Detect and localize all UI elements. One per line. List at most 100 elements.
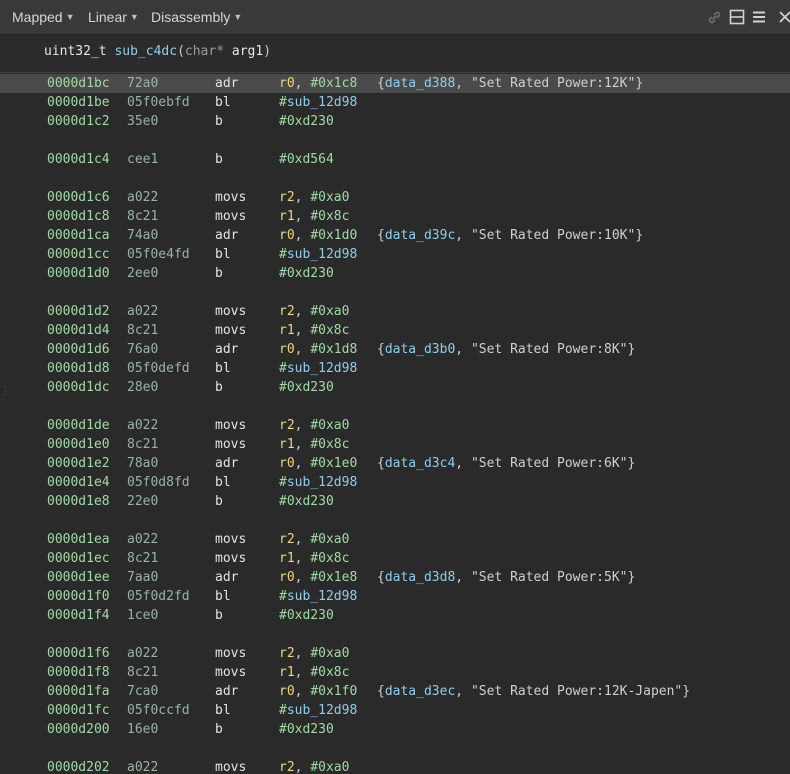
instruction-row[interactable]: 0000d1c8 8c21 movs r1, #0x8c: [0, 207, 790, 226]
instruction-address[interactable]: 0000d1d0: [47, 266, 110, 281]
instruction-row[interactable]: 0000d1e2 78a0 adr r0, #0x1e0 {data_d3c4, "Se…: [0, 454, 790, 473]
instruction-address[interactable]: 0000d1fc: [47, 703, 110, 718]
operand-register: r2: [279, 532, 295, 547]
return-type: uint32_t: [44, 44, 107, 59]
operand-symbol[interactable]: sub_12d98: [287, 247, 357, 262]
instruction-address[interactable]: 0000d1c8: [47, 209, 110, 224]
instruction-operands: r1, #0x8c: [279, 665, 349, 680]
instruction-row[interactable]: 0000d1f0 05f0d2fd bl #sub_12d98: [0, 587, 790, 606]
menu-icon[interactable]: [751, 9, 767, 29]
instruction-address[interactable]: 0000d1c4: [47, 152, 110, 167]
layout-mode-dropdown[interactable]: Linear ▼: [88, 9, 139, 25]
instruction-row[interactable]: 0000d1be 05f0ebfd bl #sub_12d98: [0, 93, 790, 112]
instruction-address[interactable]: 0000d1e2: [47, 456, 110, 471]
operand-register: r0: [279, 684, 295, 699]
operand-separator: ,: [294, 551, 311, 566]
split-view-icon[interactable]: [729, 9, 745, 29]
instruction-address[interactable]: 0000d1cc: [47, 247, 110, 262]
close-icon[interactable]: [778, 9, 790, 29]
operand-symbol[interactable]: sub_12d98: [287, 703, 357, 718]
instruction-row[interactable]: 0000d1f6 a022 movs r2, #0xa0: [0, 644, 790, 663]
instruction-row[interactable]: 0000d1ee 7aa0 adr r0, #0x1e8 {data_d3d8, "Se…: [0, 568, 790, 587]
instruction-address[interactable]: 0000d1f4: [47, 608, 110, 623]
chevron-down-icon: ▼: [65, 12, 75, 22]
instruction-address[interactable]: 0000d1f6: [47, 646, 110, 661]
instruction-row[interactable]: 0000d1de a022 movs r2, #0xa0: [0, 416, 790, 435]
operand-symbol[interactable]: sub_12d98: [287, 361, 357, 376]
operand-immediate: #: [279, 589, 287, 604]
view-mode-dropdown[interactable]: Mapped ▼: [12, 9, 75, 25]
operand-immediate: #0x8c: [310, 551, 350, 566]
instruction-row[interactable]: 0000d1fc 05f0ccfd bl #sub_12d98: [0, 701, 790, 720]
annotation-data-symbol[interactable]: data_d3d8: [385, 570, 455, 585]
instruction-address[interactable]: 0000d1be: [47, 95, 110, 110]
instruction-row[interactable]: 0000d1d8 05f0defd bl #sub_12d98: [0, 359, 790, 378]
annotation-data-symbol[interactable]: data_d3b0: [385, 342, 455, 357]
annotation-brace-close: }: [627, 342, 636, 357]
string-annotation: {data_d3c4, "Set Rated Power:6K"}: [377, 456, 635, 471]
annotation-data-symbol[interactable]: data_d388: [385, 76, 455, 91]
instruction-address[interactable]: 0000d1ca: [47, 228, 110, 243]
annotation-brace-open: {: [377, 228, 385, 243]
instruction-address[interactable]: 0000d1d8: [47, 361, 110, 376]
instruction-address[interactable]: 0000d1c2: [47, 114, 110, 129]
instruction-row[interactable]: 0000d1d6 76a0 adr r0, #0x1d8 {data_d3b0, "Se…: [0, 340, 790, 359]
annotation-string: "Set Rated Power:12K-Japen": [470, 684, 683, 699]
instruction-row[interactable]: 0000d1d4 8c21 movs r1, #0x8c: [0, 321, 790, 340]
instruction-address[interactable]: 0000d1e8: [47, 494, 110, 509]
instruction-row[interactable]: 0000d1d2 a022 movs r2, #0xa0: [0, 302, 790, 321]
instruction-row[interactable]: 0000d1bc 72a0 adr r0, #0x1c8 {data_d388, "Se…: [0, 74, 790, 93]
instruction-row[interactable]: 0000d1f8 8c21 movs r1, #0x8c: [0, 663, 790, 682]
instruction-address[interactable]: 0000d1fa: [47, 684, 110, 699]
instruction-address[interactable]: 0000d1d2: [47, 304, 110, 319]
string-annotation: {data_d3b0, "Set Rated Power:8K"}: [377, 342, 635, 357]
instruction-address[interactable]: 0000d1d6: [47, 342, 110, 357]
instruction-address[interactable]: 0000d1e0: [47, 437, 110, 452]
instruction-address[interactable]: 0000d1ec: [47, 551, 110, 566]
instruction-address[interactable]: 0000d1d4: [47, 323, 110, 338]
function-signature[interactable]: uint32_t sub_c4dc(char* arg1): [44, 44, 271, 59]
instruction-row[interactable]: 0000d1cc 05f0e4fd bl #sub_12d98: [0, 245, 790, 264]
instruction-address[interactable]: 0000d202: [47, 760, 110, 774]
operand-symbol[interactable]: sub_12d98: [287, 589, 357, 604]
instruction-row[interactable]: 0000d1dc 28e0 b #0xd230: [0, 378, 790, 397]
instruction-address[interactable]: 0000d1de: [47, 418, 110, 433]
instruction-row[interactable]: 0000d1ec 8c21 movs r1, #0x8c: [0, 549, 790, 568]
instruction-row[interactable]: 0000d1c2 35e0 b #0xd230: [0, 112, 790, 131]
instruction-bytes: a022: [127, 760, 159, 774]
instruction-row[interactable]: 0000d1ca 74a0 adr r0, #0x1d0 {data_d39c, "Se…: [0, 226, 790, 245]
operand-symbol[interactable]: sub_12d98: [287, 95, 357, 110]
instruction-address[interactable]: 0000d1ea: [47, 532, 110, 547]
instruction-row[interactable]: 0000d1ea a022 movs r2, #0xa0: [0, 530, 790, 549]
instruction-row[interactable]: 0000d1e8 22e0 b #0xd230: [0, 492, 790, 511]
instruction-address[interactable]: 0000d200: [47, 722, 110, 737]
instruction-row[interactable]: 0000d1e4 05f0d8fd bl #sub_12d98: [0, 473, 790, 492]
instruction-address[interactable]: 0000d1bc: [47, 76, 110, 91]
instruction-row[interactable]: 0000d200 16e0 b #0xd230: [0, 720, 790, 739]
instruction-address[interactable]: 0000d1c6: [47, 190, 110, 205]
param-name[interactable]: arg1: [232, 44, 263, 59]
instruction-row[interactable]: 0000d1d0 2ee0 b #0xd230: [0, 264, 790, 283]
instruction-operands: r0, #0x1d0: [279, 228, 357, 243]
instruction-address[interactable]: 0000d1f0: [47, 589, 110, 604]
instruction-row[interactable]: 0000d1c6 a022 movs r2, #0xa0: [0, 188, 790, 207]
instruction-address[interactable]: 0000d1dc: [47, 380, 110, 395]
instruction-row[interactable]: 0000d1fa 7ca0 adr r0, #0x1f0 {data_d3ec, "Se…: [0, 682, 790, 701]
instruction-row[interactable]: 0000d1e0 8c21 movs r1, #0x8c: [0, 435, 790, 454]
annotation-data-symbol[interactable]: data_d3c4: [385, 456, 455, 471]
instruction-row[interactable]: 0000d1c4 cee1 b #0xd564: [0, 150, 790, 169]
view-type-dropdown[interactable]: Disassembly ▼: [151, 9, 242, 25]
function-name[interactable]: sub_c4dc: [114, 44, 177, 59]
instruction-row[interactable]: 0000d1f4 1ce0 b #0xd230: [0, 606, 790, 625]
instruction-address[interactable]: 0000d1f8: [47, 665, 110, 680]
instruction-row[interactable]: 0000d202 a022 movs r2, #0xa0: [0, 758, 790, 774]
annotation-data-symbol[interactable]: data_d39c: [385, 228, 455, 243]
annotation-brace-open: {: [377, 684, 385, 699]
instruction-address[interactable]: 0000d1ee: [47, 570, 110, 585]
annotation-data-symbol[interactable]: data_d3ec: [385, 684, 455, 699]
instruction-bytes: 2ee0: [127, 266, 159, 281]
operand-symbol[interactable]: sub_12d98: [287, 475, 357, 490]
instruction-address[interactable]: 0000d1e4: [47, 475, 110, 490]
instruction-bytes: a022: [127, 646, 159, 661]
link-icon[interactable]: [706, 9, 723, 30]
